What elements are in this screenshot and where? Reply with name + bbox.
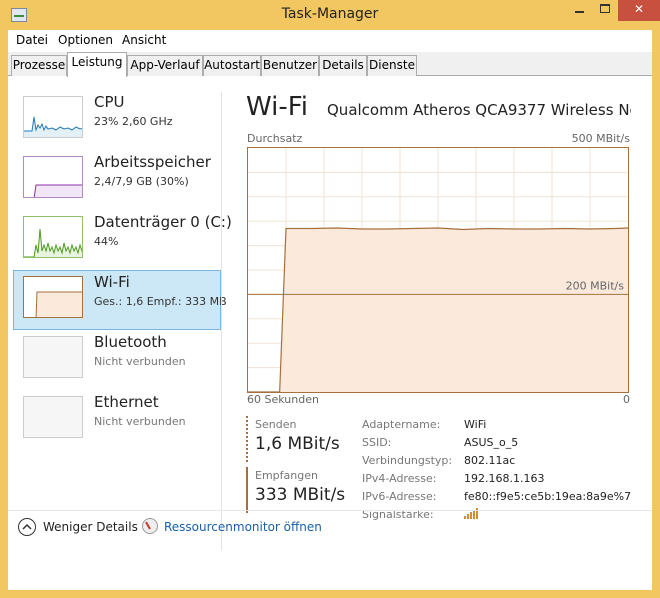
prop-value: fe80::f9e5:ce5b:19ea:8a9e%7 xyxy=(464,490,632,503)
reference-line-label: 200 MBit/s xyxy=(566,279,625,292)
tab-leistung[interactable]: Leistung xyxy=(67,52,127,77)
tab-app-verlauf[interactable]: App-Verlauf xyxy=(127,55,203,76)
graph-x-label-right: 0 xyxy=(623,393,630,406)
graph-x-label-left: 60 Sekunden xyxy=(247,393,319,406)
wifi-graph-icon xyxy=(23,276,83,318)
footer-bar: Weniger Details Ressourcenmonitor öffnen xyxy=(8,510,652,544)
close-icon: ✕ xyxy=(633,2,645,16)
sidebar-item-arbeitsspeicher[interactable]: Arbeitsspeicher 2,4/7,9 GB (30%) xyxy=(13,150,221,210)
prop-ipv4: IPv4-Adresse: 192.168.1.163 xyxy=(362,472,652,490)
prop-key: IPv4-Adresse: xyxy=(362,472,437,485)
task-manager-window: Task-Manager ✕ Datei Optionen Ansicht Pr… xyxy=(0,0,660,598)
sidebar-item-ethernet[interactable]: Ethernet Nicht verbunden xyxy=(13,390,221,450)
throughput-graph: 200 MBit/s xyxy=(247,147,629,393)
menu-ansicht[interactable]: Ansicht xyxy=(122,33,166,47)
tab-details[interactable]: Details xyxy=(319,55,367,76)
sidebar-divider xyxy=(221,92,222,550)
sidebar-item-label: CPU xyxy=(94,93,125,111)
client-area: Datei Optionen Ansicht Prozesse Leistung… xyxy=(8,30,652,590)
adapter-name: Qualcomm Atheros QCA9377 Wireless Ne... xyxy=(327,101,631,119)
window-title: Task-Manager xyxy=(281,6,379,22)
prop-value: 802.11ac xyxy=(464,454,516,467)
menu-bar: Datei Optionen Ansicht xyxy=(8,30,652,50)
sidebar-item-subtitle: Nicht verbunden xyxy=(94,415,186,428)
throughput-chart: 200 MBit/s xyxy=(248,148,628,392)
chevron-up-icon xyxy=(18,518,36,536)
menu-datei[interactable]: Datei xyxy=(16,33,48,47)
minimize-icon xyxy=(574,10,584,13)
graph-label-throughput: Durchsatz xyxy=(247,132,303,145)
tab-prozesse[interactable]: Prozesse xyxy=(11,55,67,76)
prop-ssid: SSID: ASUS_o_5 xyxy=(362,436,652,454)
prop-value: ASUS_o_5 xyxy=(464,436,519,449)
maximize-button[interactable] xyxy=(592,0,618,21)
receive-value: 333 MBit/s xyxy=(255,485,346,505)
receive-stat: Empfangen 333 MBit/s xyxy=(246,467,356,513)
memory-graph-icon xyxy=(23,156,83,198)
sidebar-item-label: Wi-Fi xyxy=(94,273,130,291)
minimize-button[interactable] xyxy=(566,0,592,21)
prop-value: 192.168.1.163 xyxy=(464,472,545,485)
sidebar-item-cpu[interactable]: CPU 23% 2,60 GHz xyxy=(13,90,221,150)
sidebar-item-subtitle: 44% xyxy=(94,235,119,248)
ethernet-graph-icon xyxy=(23,396,83,438)
prop-value: WiFi xyxy=(464,418,487,431)
sidebar-item-label: Arbeitsspeicher xyxy=(94,153,211,171)
send-label: Senden xyxy=(255,418,297,431)
receive-label: Empfangen xyxy=(255,469,318,482)
sidebar-item-label: Datenträger 0 (C:) xyxy=(94,213,232,231)
tab-benutzer[interactable]: Benutzer xyxy=(261,55,319,76)
prop-adaptername: Adaptername: WiFi xyxy=(362,418,652,436)
close-button[interactable]: ✕ xyxy=(618,0,660,21)
sidebar-item-subtitle: Nicht verbunden xyxy=(94,355,186,368)
sidebar-item-bluetooth[interactable]: Bluetooth Nicht verbunden xyxy=(13,330,221,390)
send-value: 1,6 MBit/s xyxy=(255,434,340,454)
sidebar-item-label: Bluetooth xyxy=(94,333,167,351)
sidebar-item-subtitle: 2,4/7,9 GB (30%) xyxy=(94,175,189,188)
bluetooth-graph-icon xyxy=(23,336,83,378)
sidebar-item-subtitle: 23% 2,60 GHz xyxy=(94,115,173,128)
sidebar-item-subtitle: Ges.: 1,6 Empf.: 333 MB xyxy=(94,295,227,308)
sidebar-item-datentraeger[interactable]: Datenträger 0 (C:) 44% xyxy=(13,210,232,270)
title-bar[interactable]: Task-Manager ✕ xyxy=(0,0,660,30)
prop-key: IPv6-Adresse: xyxy=(362,490,437,503)
tab-autostart[interactable]: Autostart xyxy=(203,55,261,76)
prop-key: Adaptername: xyxy=(362,418,441,431)
send-indicator xyxy=(246,416,248,462)
resource-monitor-icon xyxy=(142,518,158,534)
throughput-area xyxy=(248,228,628,392)
detail-panel: Wi-Fi Qualcomm Atheros QCA9377 Wireless … xyxy=(246,76,646,556)
tab-dienste[interactable]: Dienste xyxy=(367,55,417,76)
receive-indicator xyxy=(246,467,248,513)
cpu-graph-icon xyxy=(23,96,83,138)
resource-sidebar: CPU 23% 2,60 GHz Arbeitsspeicher 2,4/7,9… xyxy=(8,76,232,556)
disk-graph-icon xyxy=(23,216,83,258)
menu-optionen[interactable]: Optionen xyxy=(58,33,113,47)
resource-monitor-label: Ressourcenmonitor öffnen xyxy=(164,520,322,534)
maximize-icon xyxy=(600,4,610,13)
tab-strip: Prozesse Leistung App-Verlauf Autostart … xyxy=(8,52,652,77)
prop-ipv6: IPv6-Adresse: fe80::f9e5:ce5b:19ea:8a9e%… xyxy=(362,490,652,508)
page-title: Wi-Fi xyxy=(246,92,309,122)
fewer-details-label: Weniger Details xyxy=(43,520,138,534)
prop-key: Verbindungstyp: xyxy=(362,454,453,467)
graph-label-max: 500 MBit/s xyxy=(571,132,630,145)
sidebar-item-label: Ethernet xyxy=(94,393,159,411)
sidebar-item-wifi[interactable]: Wi-Fi Ges.: 1,6 Empf.: 333 MB xyxy=(13,270,227,330)
send-stat: Senden 1,6 MBit/s xyxy=(246,416,356,462)
prop-verbindungstyp: Verbindungstyp: 802.11ac xyxy=(362,454,652,472)
prop-key: SSID: xyxy=(362,436,392,449)
